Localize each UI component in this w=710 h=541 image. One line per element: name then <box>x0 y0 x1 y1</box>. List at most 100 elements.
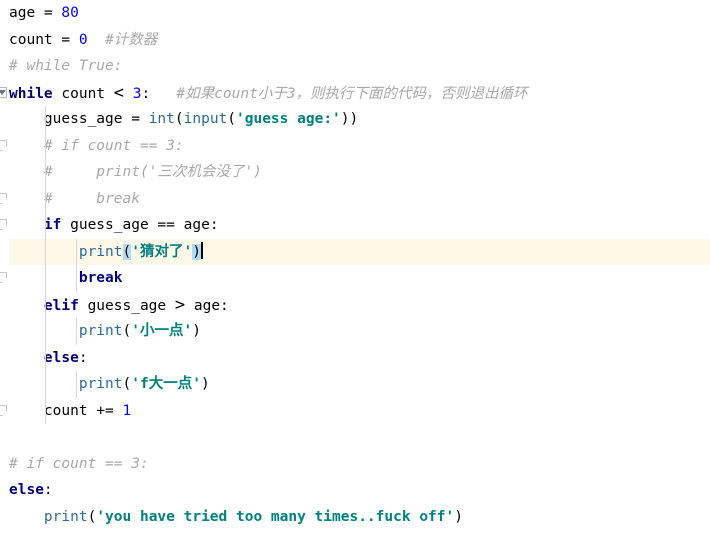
code-line[interactable]: # print('三次机会没了') <box>0 159 710 186</box>
code-token-pl: ( <box>87 508 97 525</box>
code-token-pl: : <box>78 349 88 366</box>
code-line[interactable]: else: <box>0 344 710 371</box>
code-line[interactable]: # while True: <box>0 53 710 80</box>
code-line[interactable]: age = 80 <box>0 0 710 27</box>
indent-guide <box>45 185 46 212</box>
code-token-pl: count <box>9 402 97 419</box>
code-token-str: '猜对了' <box>131 243 193 260</box>
code-token-op: = <box>61 31 79 48</box>
code-line[interactable]: print('you have tried too many times..fu… <box>0 504 710 531</box>
fold-region-icon[interactable] <box>0 219 7 230</box>
code-token-fn: print <box>78 376 123 392</box>
text-caret <box>200 241 203 259</box>
code-token-pl: ) <box>200 376 210 392</box>
indent-guide <box>45 212 46 239</box>
code-token-pl: : <box>43 482 53 498</box>
code-line[interactable] <box>0 424 710 451</box>
code-token-num: 1 <box>122 402 132 419</box>
code-token-str: '小一点' <box>131 323 193 339</box>
fold-region-icon[interactable] <box>0 404 7 416</box>
code-token-pl: )) <box>340 111 359 127</box>
code-line[interactable]: if guess_age == age: <box>0 212 710 239</box>
code-line[interactable]: # break <box>0 185 710 212</box>
code-token-pl: count <box>52 85 114 102</box>
indent-guide <box>76 318 77 345</box>
code-token-pl: guess_age <box>9 111 132 127</box>
indent-guide <box>76 371 77 398</box>
code-token-op: = <box>43 5 62 21</box>
code-token-bi: int <box>148 111 175 127</box>
code-token-str: 'you have tried too many times..fuck off… <box>96 508 455 525</box>
code-lines-container[interactable]: age = 80 count = 0 #计数器 # while True: while… <box>0 0 710 541</box>
indent-guide <box>76 238 77 265</box>
code-line[interactable]: print('小一点') <box>0 318 710 345</box>
fold-region-icon[interactable] <box>0 192 7 204</box>
code-token-op: = <box>131 111 149 127</box>
indent-guide <box>45 106 46 133</box>
code-token-pl: : <box>141 85 151 102</box>
code-token-cmt: # if count == 3: <box>9 455 149 472</box>
code-token-op: += <box>96 402 123 419</box>
code-token-cmt: #计数器 <box>105 31 158 48</box>
code-token-kw: else <box>9 482 44 498</box>
code-token-num: 80 <box>61 5 79 21</box>
indent-guide <box>45 318 46 345</box>
code-editor[interactable]: age = 80 count = 0 #计数器 # while True: while… <box>0 0 710 541</box>
code-token-num: 0 <box>78 31 88 48</box>
indent-guide <box>45 344 46 371</box>
code-line[interactable]: # if count == 3: <box>0 132 710 159</box>
code-token-pl: guess_age <box>78 297 175 314</box>
code-token-pl: age: <box>185 297 229 314</box>
indent-guide <box>45 238 46 265</box>
code-token-cmt: # if count == 3: <box>43 137 184 154</box>
code-line[interactable]: elif guess_age > age: <box>0 291 710 318</box>
code-line[interactable]: # if count == 3: <box>0 451 710 478</box>
code-line[interactable]: break <box>0 265 710 292</box>
code-token-pl: ) <box>454 508 463 525</box>
code-token-kw: elif <box>43 297 79 314</box>
code-line[interactable]: count += 1 <box>0 397 710 424</box>
code-token-cmt: #如果count小于3，则执行下面的代码，否则退出循环 <box>176 85 528 102</box>
fold-collapse-icon[interactable] <box>0 86 7 98</box>
code-token-pl: age: <box>183 217 219 233</box>
code-token-fn: print <box>78 323 123 339</box>
fold-region-icon[interactable] <box>0 272 7 283</box>
code-token-cmt: # break <box>43 190 140 207</box>
indent-guide <box>45 265 46 292</box>
code-line[interactable]: print('f大一点') <box>0 371 710 398</box>
code-token-fn: print <box>78 243 123 260</box>
code-line[interactable]: count = 0 #计数器 <box>0 27 710 54</box>
indent-guide <box>76 265 77 292</box>
code-token-pl: count <box>9 31 62 48</box>
code-token-gt: > <box>174 294 186 315</box>
indent-guide <box>45 291 46 318</box>
code-token-pl: guess_age <box>61 217 158 233</box>
code-token-fn: print <box>43 508 88 525</box>
code-token-pl: ( <box>122 323 132 339</box>
code-token-op: == <box>157 217 184 233</box>
indent-guide <box>45 397 46 424</box>
fold-region-icon[interactable] <box>0 139 7 151</box>
code-token-str: 'guess age:' <box>236 111 341 127</box>
code-token-kw: if <box>43 217 62 233</box>
code-line[interactable]: print('猜对了') <box>0 238 710 265</box>
code-token-brk: ( <box>122 243 132 260</box>
code-token-cmt: # print('三次机会没了') <box>43 164 262 180</box>
code-token-kw: while <box>9 85 53 102</box>
code-line[interactable]: while count < 3: #如果count小于3，则执行下面的代码，否则… <box>0 80 710 107</box>
code-line[interactable]: guess_age = int(input('guess age:')) <box>0 106 710 133</box>
code-line[interactable]: else: <box>0 477 710 504</box>
code-token-str: 'f大一点' <box>131 376 201 392</box>
code-token-pl: ) <box>192 323 201 339</box>
code-token-bi: input <box>183 111 228 127</box>
